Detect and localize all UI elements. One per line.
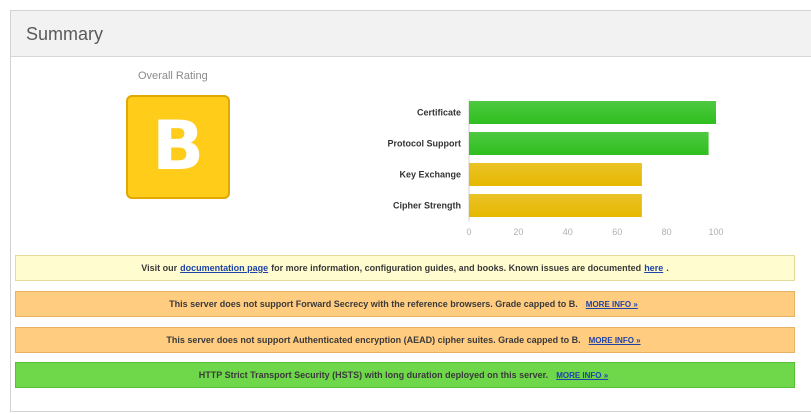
forward-secrecy-warning: This server does not support Forward Sec… (15, 291, 795, 317)
bar-label-cipher-strength: Cipher Strength (393, 201, 461, 211)
bar-label-key-exchange: Key Exchange (399, 170, 461, 180)
hsts-more-info-link[interactable]: MORE INFO » (556, 371, 608, 380)
bar-label-protocol-support: Protocol Support (388, 139, 462, 149)
forward-secrecy-more-info-link[interactable]: MORE INFO » (586, 300, 638, 309)
bar-protocol-support (469, 132, 709, 155)
info-text-before: Visit our (141, 263, 178, 273)
documentation-link[interactable]: documentation page (180, 263, 268, 273)
info-text-middle: for more information, configuration guid… (271, 263, 642, 273)
aead-more-info-link[interactable]: MORE INFO » (589, 336, 641, 345)
bar-label-certificate: Certificate (417, 108, 461, 118)
hsts-notice: HTTP Strict Transport Security (HSTS) wi… (15, 362, 795, 388)
bar-key-exchange (469, 163, 642, 186)
aead-text: This server does not support Authenticat… (166, 335, 581, 345)
hsts-text: HTTP Strict Transport Security (HSTS) wi… (198, 370, 549, 380)
bar-cipher-strength (469, 194, 642, 217)
tick-label-60: 60 (612, 227, 622, 237)
forward-secrecy-text: This server does not support Forward Sec… (169, 299, 578, 309)
tick-label-0: 0 (466, 227, 471, 237)
tick-label-100: 100 (708, 227, 723, 237)
bar-certificate (469, 101, 716, 124)
info-text-after: . (666, 263, 669, 273)
aead-warning: This server does not support Authenticat… (15, 327, 795, 353)
tick-label-40: 40 (563, 227, 573, 237)
tick-label-20: 20 (513, 227, 523, 237)
info-notice: Visit our documentation page for more in… (15, 255, 795, 281)
tick-label-80: 80 (662, 227, 672, 237)
known-issues-link[interactable]: here (644, 263, 663, 273)
